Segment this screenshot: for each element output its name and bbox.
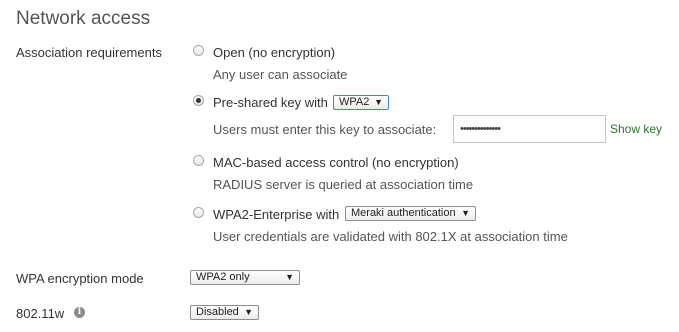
chevron-down-icon: ▼ [244, 307, 253, 317]
section-title: Network access [16, 8, 151, 29]
psk-description: Users must enter this key to associate: [213, 122, 437, 137]
wpa-encryption-mode-label: WPA encryption mode [16, 271, 144, 286]
chevron-down-icon: ▼ [461, 208, 470, 218]
chevron-down-icon: ▼ [374, 97, 383, 107]
info-icon[interactable]: i [74, 307, 85, 318]
dot11w-select[interactable]: Disabled ▼ [190, 305, 259, 320]
radio-psk[interactable] [193, 95, 204, 106]
enterprise-auth-select[interactable]: Meraki authentication ▼ [345, 206, 476, 221]
dot11w-label: 802.11w [16, 306, 65, 321]
enterprise-auth-select-value: Meraki authentication [351, 207, 456, 219]
dot11w-select-value: Disabled [196, 306, 239, 318]
radio-wpa2-enterprise-label[interactable]: WPA2-Enterprise with [213, 207, 339, 222]
radio-psk-label[interactable]: Pre-shared key with [213, 95, 328, 110]
psk-type-select[interactable]: WPA2 ▼ [333, 95, 389, 110]
wpa-encryption-mode-select[interactable]: WPA2 only ▼ [190, 270, 300, 285]
radio-wpa2-enterprise-description: User credentials are validated with 802.… [213, 229, 568, 244]
chevron-down-icon: ▼ [285, 272, 294, 282]
radio-open-label[interactable]: Open (no encryption) [213, 45, 335, 60]
radio-mac-based[interactable] [193, 155, 204, 166]
psk-type-select-value: WPA2 [339, 96, 370, 108]
radio-open-description: Any user can associate [213, 67, 348, 82]
association-requirements-label: Association requirements [16, 45, 162, 60]
radio-wpa2-enterprise[interactable] [193, 207, 204, 218]
radio-open[interactable] [193, 45, 204, 56]
wpa-encryption-mode-select-value: WPA2 only [196, 271, 250, 283]
psk-key-input[interactable]: •••••••••••••• [453, 115, 606, 143]
radio-mac-based-description: RADIUS server is queried at association … [213, 177, 474, 192]
radio-mac-based-label[interactable]: MAC-based access control (no encryption) [213, 155, 459, 170]
show-key-link[interactable]: Show key [610, 122, 662, 136]
